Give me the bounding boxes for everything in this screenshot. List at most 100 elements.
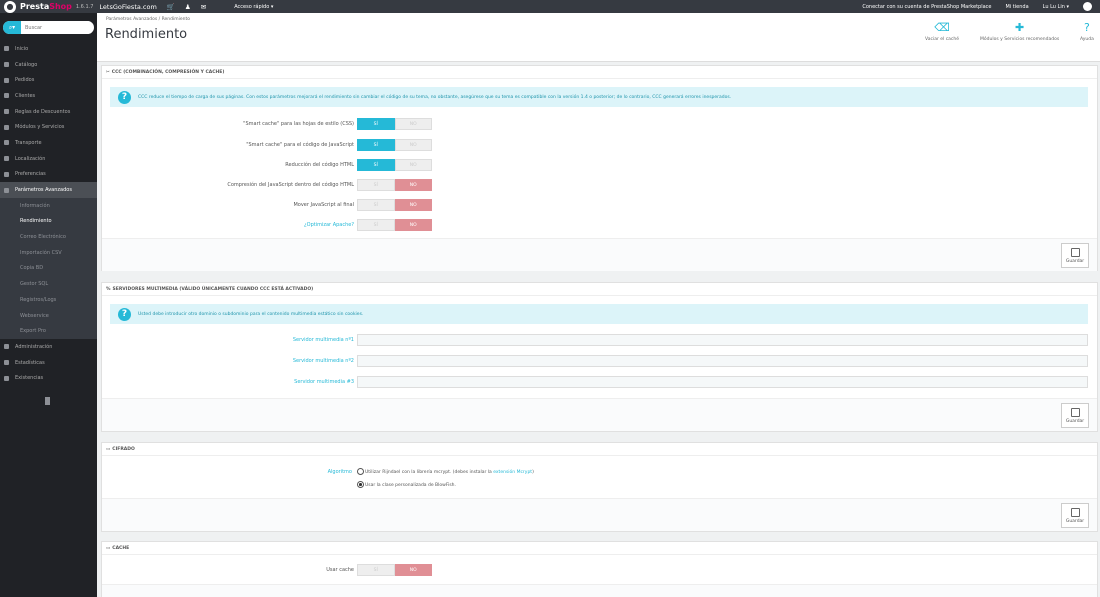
info-alert: ? CCC reduce el tiempo de carga de sus p… bbox=[110, 87, 1088, 107]
save-button[interactable]: Guardar bbox=[1061, 503, 1089, 528]
mail-icon[interactable]: ✉ bbox=[201, 3, 206, 11]
sidebar-item-modulos[interactable]: Módulos y Servicios bbox=[0, 119, 97, 135]
toggle-no[interactable]: NO bbox=[394, 564, 432, 576]
rijndael-option[interactable]: Utilizar Rijndael con la librería mcrypt… bbox=[357, 468, 534, 475]
ccc-panel: ✂ CCC (COMBINACIÓN, COMPRESIÓN Y CACHE) ?… bbox=[101, 65, 1098, 271]
inline-js-toggle[interactable]: SÍ NO bbox=[357, 179, 432, 191]
sidebar-item-localizacion[interactable]: Localización bbox=[0, 151, 97, 167]
desktop-icon: ▭ bbox=[106, 446, 111, 452]
media-row: Servidor multimedia nº2 bbox=[102, 355, 1099, 367]
sidebar-subitem-informacion[interactable]: Información bbox=[0, 198, 97, 214]
panel-footer bbox=[102, 584, 1097, 597]
recommended-modules-button[interactable]: ✚ Módulos y Servicios recomendados bbox=[980, 22, 1059, 42]
media-server-1-input[interactable] bbox=[357, 334, 1088, 346]
toggle-no[interactable]: NO bbox=[394, 179, 432, 191]
sidebar-item-preferencias[interactable]: Preferencias bbox=[0, 167, 97, 183]
rijndael-radio[interactable] bbox=[357, 468, 364, 475]
panel-footer: Guardar bbox=[102, 498, 1097, 531]
user-icon[interactable]: ♟ bbox=[185, 3, 191, 11]
breadcrumb: Parámetros Avanzados / Rendimiento bbox=[106, 17, 191, 22]
blowfish-radio[interactable] bbox=[357, 481, 364, 488]
my-shop-link[interactable]: Mi tienda bbox=[1006, 4, 1029, 10]
save-button[interactable]: Guardar bbox=[1061, 403, 1089, 428]
sidebar-item-existencias[interactable]: Existencias bbox=[0, 370, 97, 386]
bar-chart-icon bbox=[4, 360, 9, 366]
search-input[interactable] bbox=[21, 21, 91, 34]
toggle-no[interactable]: NO bbox=[394, 159, 432, 171]
mcrypt-link[interactable]: extensión Mcrypt bbox=[493, 470, 532, 475]
apache-toggle[interactable]: SÍ NO bbox=[357, 219, 432, 231]
sidebar-subitem-logs[interactable]: Registros/Logs bbox=[0, 292, 97, 308]
sidebar-item-estadisticas[interactable]: Estadísticas bbox=[0, 355, 97, 371]
sidebar-item-transporte[interactable]: Transporte bbox=[0, 135, 97, 151]
sidebar-item-inicio[interactable]: Inicio bbox=[0, 41, 97, 57]
algorithm-label: Algoritmo bbox=[327, 469, 352, 475]
cache-panel: ▭ CACHE Usar cache SÍ NO bbox=[101, 541, 1098, 597]
sidebar-subitem-sql[interactable]: Gestor SQL bbox=[0, 276, 97, 292]
toggle-yes[interactable]: SÍ bbox=[357, 118, 395, 130]
toggle-yes[interactable]: SÍ bbox=[357, 179, 395, 191]
panel-heading: % SERVIDORES MULTIMEDIA (VÁLIDO ÚNICAMENT… bbox=[102, 283, 1097, 296]
avatar[interactable] bbox=[1083, 2, 1092, 11]
help-button[interactable]: ? Ayuda bbox=[1080, 22, 1094, 42]
toggle-yes[interactable]: SÍ bbox=[357, 139, 395, 151]
quick-access-menu[interactable]: Acceso rápido ▾ bbox=[234, 4, 273, 10]
gear-icon bbox=[4, 344, 9, 350]
toggle-no[interactable]: NO bbox=[394, 219, 432, 231]
floppy-icon bbox=[1070, 247, 1080, 257]
clear-cache-button[interactable]: ⌫ Vaciar el caché bbox=[925, 22, 959, 42]
search-icon[interactable]: ⌕▾ bbox=[3, 21, 21, 34]
sidebar-item-reglas[interactable]: Reglas de Descuentos bbox=[0, 104, 97, 120]
ccc-row: Compresión del JavaScript dentro del cód… bbox=[102, 179, 1099, 191]
page-title: Rendimiento bbox=[105, 27, 188, 42]
sidebar: ⌕▾ Inicio Catálogo Pedidos Clientes Regl… bbox=[0, 13, 97, 597]
media-server-2-input[interactable] bbox=[357, 355, 1088, 367]
cipher-panel: ▭ CIFRADO Algoritmo Utilizar Rijndael con… bbox=[101, 442, 1098, 532]
toggle-yes[interactable]: SÍ bbox=[357, 159, 395, 171]
sidebar-subitem-rendimiento[interactable]: Rendimiento bbox=[0, 214, 97, 230]
user-menu[interactable]: Lu Lu Lin ▾ bbox=[1043, 4, 1069, 10]
search-box: ⌕▾ bbox=[3, 21, 94, 34]
toggle-yes[interactable]: SÍ bbox=[357, 199, 395, 211]
css-cache-toggle[interactable]: SÍ NO bbox=[357, 118, 432, 130]
toggle-no[interactable]: NO bbox=[394, 118, 432, 130]
info-alert: ? Usted debe introducir otro dominio o s… bbox=[110, 304, 1088, 324]
logo[interactable]: ● PrestaShop 1.6.1.7 bbox=[0, 0, 93, 13]
blowfish-option[interactable]: Usar la clase personalizada de BlowFish. bbox=[357, 481, 456, 488]
apache-optimize-label[interactable]: ¿Optimizar Apache? bbox=[304, 222, 354, 228]
media-servers-panel: % SERVIDORES MULTIMEDIA (VÁLIDO ÚNICAMENT… bbox=[101, 282, 1098, 432]
sidebar-item-parametros[interactable]: Parámetros Avanzados bbox=[0, 182, 97, 198]
desktop-icon: ▭ bbox=[106, 545, 111, 551]
html-minify-toggle[interactable]: SÍ NO bbox=[357, 159, 432, 171]
sidebar-submenu: Información Rendimiento Correo Electróni… bbox=[0, 197, 97, 340]
cogs-icon bbox=[4, 187, 9, 193]
sidebar-subitem-webservice[interactable]: Webservice bbox=[0, 308, 97, 324]
link-icon: % bbox=[106, 286, 111, 292]
cart-icon[interactable]: 🛒 bbox=[167, 3, 175, 11]
sidebar-subitem-correo[interactable]: Correo Electrónico bbox=[0, 229, 97, 245]
brand-name: PrestaShop bbox=[20, 2, 72, 11]
toggle-no[interactable]: NO bbox=[394, 139, 432, 151]
toggle-yes[interactable]: SÍ bbox=[357, 219, 395, 231]
toggle-no[interactable]: NO bbox=[394, 199, 432, 211]
ccc-row: Reducción del código HTML SÍ NO bbox=[102, 159, 1099, 171]
marketplace-link[interactable]: Conectar con su cuenta de PrestaShop Mar… bbox=[862, 4, 991, 10]
shop-name-link[interactable]: LetsGoFiesta.com bbox=[99, 3, 156, 11]
js-cache-toggle[interactable]: SÍ NO bbox=[357, 139, 432, 151]
cache-row: Usar cache SÍ NO bbox=[102, 564, 1099, 576]
question-icon: ? bbox=[118, 307, 131, 321]
sidebar-item-administracion[interactable]: Administración bbox=[0, 339, 97, 355]
sidebar-item-pedidos[interactable]: Pedidos bbox=[0, 72, 97, 88]
media-server-3-input[interactable] bbox=[357, 376, 1088, 388]
js-defer-toggle[interactable]: SÍ NO bbox=[357, 199, 432, 211]
sidebar-item-catalogo[interactable]: Catálogo bbox=[0, 57, 97, 73]
collapse-sidebar-icon[interactable] bbox=[45, 397, 50, 405]
sidebar-subitem-export[interactable]: Export Pro bbox=[0, 323, 97, 339]
sidebar-subitem-copia[interactable]: Copia BD bbox=[0, 261, 97, 277]
toggle-yes[interactable]: SÍ bbox=[357, 564, 395, 576]
use-cache-toggle[interactable]: SÍ NO bbox=[357, 564, 432, 576]
save-button[interactable]: Guardar bbox=[1061, 243, 1089, 268]
sidebar-item-clientes[interactable]: Clientes bbox=[0, 88, 97, 104]
sidebar-subitem-importacion[interactable]: Importación CSV bbox=[0, 245, 97, 261]
archive-icon bbox=[4, 375, 9, 381]
